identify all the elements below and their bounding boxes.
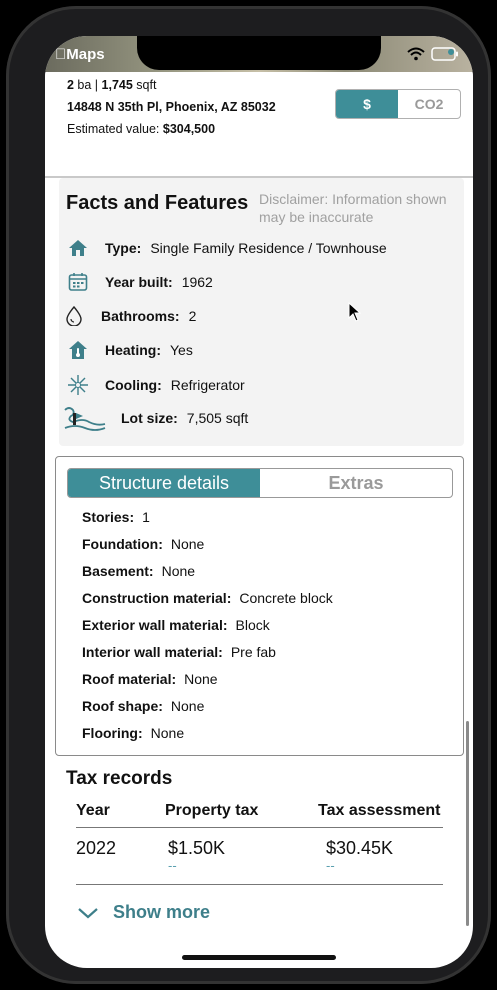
structure-row: Stories: 1 xyxy=(82,509,150,525)
mouse-cursor-icon xyxy=(348,302,362,322)
home-icon xyxy=(67,237,89,259)
structure-details-card: Structure details Extras Stories: 1 Found… xyxy=(55,456,464,756)
show-more-label: Show more xyxy=(113,902,211,922)
fact-label: Year built: xyxy=(105,274,173,290)
beds-baths-line: 2 ba | 1,745 sqft xyxy=(67,78,156,92)
fact-year-built: Year built: 1962 xyxy=(67,271,213,293)
calendar-icon xyxy=(67,271,89,293)
currency-co2-toggle: $ CO2 xyxy=(335,89,461,119)
show-more-button[interactable]: Show more xyxy=(77,902,210,923)
snowflake-icon xyxy=(67,374,89,396)
fact-label: Lot size: xyxy=(121,410,178,426)
tab-extras[interactable]: Extras xyxy=(260,469,452,497)
battery-icon xyxy=(431,47,458,61)
chevron-down-icon xyxy=(78,907,98,918)
baths-unit: ba | xyxy=(73,78,102,92)
structure-value: None xyxy=(184,671,218,687)
structure-row: Interior wall material: Pre fab xyxy=(82,644,276,660)
structure-label: Stories: xyxy=(82,509,135,525)
tax-col-year: Year xyxy=(76,802,110,819)
droplet-icon xyxy=(63,305,85,327)
status-icons xyxy=(407,47,459,61)
fact-lot-size: Lot size: 7,505 sqft xyxy=(63,407,249,431)
structure-row: Roof shape: None xyxy=(82,698,204,714)
baths-count: 2 xyxy=(67,78,74,92)
structure-row: Construction material: Concrete block xyxy=(82,590,333,606)
fact-label: Heating: xyxy=(105,342,161,358)
fact-label: Type: xyxy=(105,240,142,256)
fact-label: Cooling: xyxy=(105,377,162,393)
tab-structure-details[interactable]: Structure details xyxy=(68,469,260,497)
toggle-dollar[interactable]: $ xyxy=(336,90,398,118)
structure-value: 1 xyxy=(142,509,150,525)
tax-col-assessment: Tax assessment xyxy=(318,802,441,819)
address: 14848 N 35th Pl, Phoenix, AZ 85032 xyxy=(67,100,276,114)
phone-frame: Maps 2 ba | 1,745 sqft 14848 N 35th Pl,… xyxy=(6,6,491,984)
structure-label: Flooring: xyxy=(82,725,143,741)
estimated-label: Estimated value: xyxy=(67,122,163,136)
structure-label: Interior wall material: xyxy=(82,644,223,660)
fact-type: Type: Single Family Residence / Townhouse xyxy=(67,237,387,259)
fact-value: 2 xyxy=(188,308,197,324)
structure-label: Foundation: xyxy=(82,536,163,552)
tax-header-divider xyxy=(76,827,443,828)
structure-tabs: Structure details Extras xyxy=(67,468,453,498)
sqft-unit: sqft xyxy=(132,78,157,92)
status-bar: Maps xyxy=(45,36,473,72)
structure-label: Exterior wall material: xyxy=(82,617,228,633)
tax-change-property: -- xyxy=(168,858,177,873)
fact-value: 7,505 sqft xyxy=(186,410,249,426)
tax-row-divider xyxy=(76,884,443,885)
tax-records-title: Tax records xyxy=(66,768,173,789)
screen: Maps 2 ba | 1,745 sqft 14848 N 35th Pl,… xyxy=(45,36,473,968)
fact-value: 1962 xyxy=(181,274,213,290)
disclaimer: Disclaimer: Information shown may be ina… xyxy=(259,191,447,225)
fact-value: Single Family Residence / Townhouse xyxy=(150,240,387,256)
fact-label: Bathrooms: xyxy=(101,308,180,324)
tax-change-assessment: -- xyxy=(326,858,335,873)
tax-year: 2022 xyxy=(76,838,117,858)
facts-title: Facts and Features xyxy=(66,192,249,214)
apple-icon:  xyxy=(55,46,66,63)
back-app-label: Maps xyxy=(55,46,104,63)
structure-label: Roof shape: xyxy=(82,698,163,714)
structure-value: None xyxy=(170,536,205,552)
facts-and-features: Facts and Features Disclaimer: Informati… xyxy=(59,178,464,446)
structure-row: Basement: None xyxy=(82,563,195,579)
sqft-value: 1,745 xyxy=(101,78,133,92)
home-indicator[interactable] xyxy=(182,955,336,960)
fact-heating: Heating: Yes xyxy=(67,339,193,361)
tax-assessment: $30.45K xyxy=(326,838,394,858)
fact-cooling: Cooling: Refrigerator xyxy=(67,374,245,396)
structure-row: Roof material: None xyxy=(82,671,218,687)
structure-label: Construction material: xyxy=(82,590,232,606)
structure-value: Pre fab xyxy=(230,644,276,660)
wifi-icon xyxy=(407,47,425,61)
tax-property-tax: $1.50K xyxy=(168,838,226,858)
structure-label: Basement: xyxy=(82,563,154,579)
structure-value: None xyxy=(170,698,205,714)
lot-icon xyxy=(63,407,107,431)
fact-value: Refrigerator xyxy=(170,377,245,393)
property-summary: 2 ba | 1,745 sqft 14848 N 35th Pl, Phoen… xyxy=(45,72,473,178)
structure-row: Exterior wall material: Block xyxy=(82,617,270,633)
estimated-value-line: Estimated value: $304,500 xyxy=(67,122,215,136)
structure-value: Concrete block xyxy=(239,590,333,606)
notch xyxy=(137,36,381,70)
scrollbar[interactable] xyxy=(466,721,469,926)
estimated-value: $304,500 xyxy=(162,122,216,136)
toggle-co2[interactable]: CO2 xyxy=(398,90,460,118)
structure-value: Block xyxy=(235,617,270,633)
fact-value: Yes xyxy=(170,342,193,358)
heating-icon xyxy=(67,339,89,361)
structure-value: None xyxy=(161,563,196,579)
structure-value: None xyxy=(150,725,185,741)
structure-row: Foundation: None xyxy=(82,536,204,552)
fact-bathrooms: Bathrooms: 2 xyxy=(63,305,196,327)
back-to-app[interactable]: Maps xyxy=(55,46,105,63)
tax-col-property-tax: Property tax xyxy=(165,802,259,819)
structure-row: Flooring: None xyxy=(82,725,184,741)
structure-label: Roof material: xyxy=(82,671,177,687)
